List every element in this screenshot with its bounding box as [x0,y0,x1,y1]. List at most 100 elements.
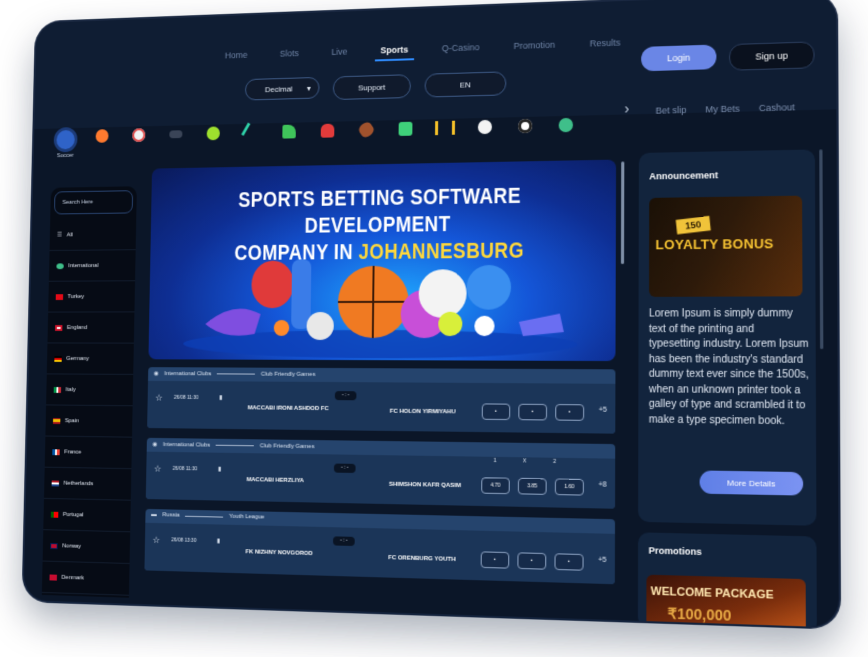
nav-q-casino[interactable]: Q-Casino [436,38,486,60]
league-flag-icon: ◉ [154,370,159,377]
signup-button[interactable]: Sign up [729,41,814,70]
promo-banner[interactable]: SPORTS BETTING SOFTWARE DEVELOPMENT COMP… [148,160,616,361]
sport-soccer[interactable]: Soccer [53,130,77,159]
portugal-flag-icon [51,511,58,517]
favorite-star-icon[interactable]: ☆ [155,393,163,404]
header-controls: Decimal ▾ Support EN [245,71,507,102]
sidebar-item-france[interactable]: France [45,436,132,469]
match-row[interactable]: ☆ 26/08 11:30 ▮ MACCABI IRONI ASHDOD FC … [147,381,615,434]
more-details-button[interactable]: More Details [700,470,804,495]
league-name: Russia [162,512,179,518]
germany-flag-icon [54,356,61,362]
league-name: International Clubs [164,371,211,377]
sidebar-item-label: England [67,325,87,331]
nav-results[interactable]: Results [584,33,627,55]
sport-volleyball[interactable] [472,120,498,135]
nav-home[interactable]: Home [219,46,253,66]
match-row[interactable]: ☆ 26/08 13:30 ▮ FK NIZHNY NOVGOROD - : -… [144,523,615,584]
stats-icon[interactable]: ▮ [219,394,222,401]
bet-slip-link[interactable]: Bet slip [656,105,687,116]
match-card: ◉ International Clubs Club Friendly Game… [146,438,615,509]
sport-football[interactable] [512,119,538,134]
league-flag-icon: ◉ [152,441,157,448]
sidebar-item-portugal[interactable]: Portugal [43,499,130,532]
sidebar-item-italy[interactable]: Italy [46,374,133,406]
lock-icon[interactable]: ▪ [555,404,584,421]
welcome-package-banner[interactable]: WELCOME PACKAGE ₹100,000 [646,575,806,628]
welcome-package-text: WELCOME PACKAGE [651,585,774,601]
sport-baseball[interactable] [127,128,151,142]
cashout-link[interactable]: Cashout [759,102,795,113]
sport-darts[interactable] [432,121,458,136]
my-bets-link[interactable]: My Bets [705,103,739,114]
sidebar-item-label: All [67,232,73,238]
odds-format-select[interactable]: Decimal ▾ [245,77,320,101]
competition-name: Youth League [229,514,264,521]
sport-american-football[interactable] [354,123,379,137]
turkey-flag-icon [56,294,63,300]
odd-button-home[interactable]: 4.70 [481,477,510,494]
nav-live[interactable]: Live [326,42,354,63]
odds-header-2: 2 [553,459,556,465]
sidebar-item-england[interactable]: England [47,312,134,343]
nav-slots[interactable]: Slots [274,44,305,64]
support-button[interactable]: Support [333,74,411,100]
chevron-right-icon[interactable]: › [624,100,629,116]
sidebar-item-label: Spain [65,418,79,424]
match-card: ▬ Russia Youth League ☆ 26/08 13:30 ▮ FK… [144,509,615,584]
sidebar-item-denmark[interactable]: Denmark [42,562,130,596]
sport-cricket[interactable] [239,125,264,139]
away-team: FC HOLON YIRMIYAHU [390,409,456,416]
sport-golf[interactable] [277,124,302,138]
lock-icon[interactable]: ▪ [481,551,510,568]
stats-icon[interactable]: ▮ [218,466,221,473]
search-input[interactable]: Search Here [54,190,133,214]
more-markets-link[interactable]: +8 [598,481,606,488]
sidebar-item-spain[interactable]: Spain [45,405,132,437]
bonus-title: LOYALTY BONUS [655,236,773,253]
sidebar-item-norway[interactable]: Norway [43,530,131,564]
match-row[interactable]: ☆ 26/08 11:30 ▮ MACCABI HERZLIYA - : - S… [146,452,615,509]
sport-tennis[interactable] [201,126,226,140]
favorite-star-icon[interactable]: ☆ [152,535,160,546]
sidebar-item-netherlands[interactable]: Netherlands [44,468,131,501]
content-scrollbar[interactable] [621,161,624,264]
sport-hockey[interactable] [164,127,188,138]
sidebar-item-turkey[interactable]: Turkey [48,281,135,312]
more-markets-link[interactable]: +5 [598,556,606,564]
odd-button-draw[interactable]: 3.85 [518,478,547,495]
darts-icon [435,121,455,135]
sport-boxing[interactable] [315,123,340,137]
hockey-puck-icon [169,130,182,138]
sport-rugby[interactable] [553,118,580,133]
right-scrollbar[interactable] [819,149,823,349]
language-button[interactable]: EN [425,71,507,97]
sport-basketball[interactable] [90,129,114,143]
nav-sports[interactable]: Sports [374,40,414,61]
nav-promotion[interactable]: Promotion [508,35,562,57]
lock-icon[interactable]: ▪ [482,403,511,420]
login-button[interactable]: Login [641,44,716,71]
welcome-package-amount: ₹100,000 [668,605,732,625]
home-team: FK NIZHNY NOVGOROD [245,549,312,557]
stage: Home Slots Live Sports Q-Casino Promotio… [0,0,868,657]
odd-button-away[interactable]: 1.60 [555,478,584,495]
sidebar-item-germany[interactable]: Germany [47,343,134,374]
odds-group: ▪ ▪ ▪ [482,403,584,420]
globe-icon [56,263,63,269]
favorite-star-icon[interactable]: ☆ [154,464,162,475]
lock-icon[interactable]: ▪ [517,552,546,569]
sidebar-item-all[interactable]: ☰ All [50,219,137,251]
lock-icon[interactable]: ▪ [518,404,547,421]
lock-icon[interactable]: ▪ [554,553,583,570]
stats-icon[interactable]: ▮ [217,537,220,544]
promotions-title: Promotions [649,545,702,557]
sidebar-item-label: Denmark [61,574,84,581]
denmark-flag-icon [50,574,57,580]
caret-down-icon: ▾ [307,84,311,93]
sidebar-item-international[interactable]: International [49,250,136,282]
more-markets-link[interactable]: +5 [599,407,607,414]
promotions-panel: Promotions WELCOME PACKAGE ₹100,000 [638,532,817,627]
loyalty-bonus-image[interactable]: 150 LOYALTY BONUS [649,196,802,297]
sport-esports[interactable] [393,122,419,137]
